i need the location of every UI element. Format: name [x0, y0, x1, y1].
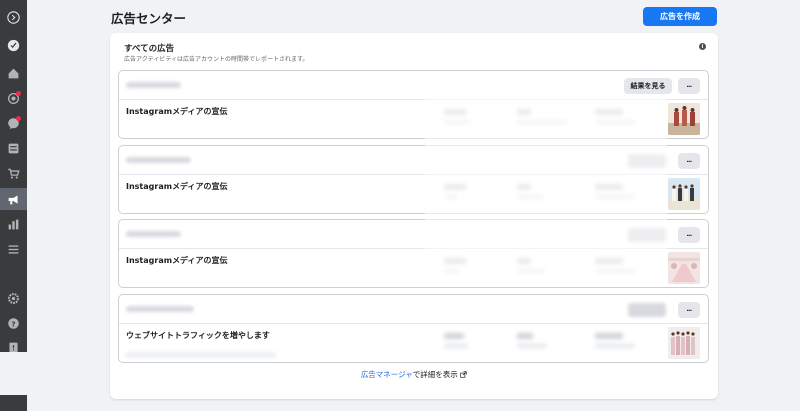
blurred-metric-label — [444, 120, 470, 124]
create-ad-button[interactable]: 広告を作成 — [643, 7, 717, 26]
sidebar-gap — [0, 352, 27, 395]
ad-card-header: ··· — [119, 220, 708, 249]
blurred-metric-label — [517, 344, 547, 348]
blurred-results-button — [628, 228, 666, 242]
blurred-metric-label — [517, 269, 545, 273]
ad-name: Instagramメディアの宣伝 — [126, 107, 228, 116]
ads-manager-link[interactable]: 広告マネージャ — [361, 370, 413, 379]
more-options-button[interactable]: ··· — [678, 302, 700, 318]
insights-chart-icon[interactable] — [0, 213, 27, 235]
more-options-button[interactable]: ··· — [678, 153, 700, 169]
blurred-status — [126, 306, 194, 312]
ads-megaphone-icon[interactable] — [0, 188, 27, 210]
help-icon[interactable]: ? — [0, 312, 27, 334]
blurred-metric-label — [444, 344, 468, 348]
shop-icon[interactable] — [0, 162, 27, 184]
blurred-metric — [595, 258, 623, 264]
page-title: 広告センター — [111, 11, 187, 26]
ad-card-header: ··· — [119, 295, 708, 324]
sidebar: ? — [0, 0, 27, 411]
blurred-metric-label — [444, 269, 460, 273]
ad-thumbnail — [668, 252, 700, 284]
blurred-metric-label — [517, 120, 567, 124]
info-icon[interactable]: i — [699, 43, 706, 50]
ad-card: 結果を見る ··· Instagramメディアの宣伝 — [118, 70, 709, 139]
blurred-metric — [517, 184, 531, 190]
ads-manager-footer: 広告マネージャで詳細を表示 — [110, 369, 718, 380]
ad-card-header: 結果を見る ··· — [119, 71, 708, 100]
blurred-results-button — [628, 154, 666, 168]
external-link-icon[interactable] — [460, 370, 467, 379]
blurred-metric-label — [595, 344, 635, 348]
ad-card: ··· ウェブサイトトラフィックを増やします — [118, 294, 709, 363]
blurred-metric-label — [517, 195, 543, 199]
blurred-metric — [517, 258, 531, 264]
ad-thumbnail — [668, 103, 700, 135]
blurred-metric-label — [444, 195, 458, 199]
ad-name: Instagramメディアの宣伝 — [126, 256, 228, 265]
more-options-button[interactable]: ··· — [678, 78, 700, 94]
collapse-arrow-icon[interactable] — [0, 6, 27, 28]
ad-card-header: ··· — [119, 146, 708, 175]
ad-card: ··· Instagramメディアの宣伝 — [118, 145, 709, 214]
blurred-metric — [595, 184, 623, 190]
blurred-metric — [517, 333, 533, 339]
blurred-metric — [444, 109, 466, 115]
blurred-metric — [444, 258, 466, 264]
svg-text:?: ? — [11, 319, 15, 328]
blurred-metric — [444, 184, 466, 190]
footer-rest-text: で詳細を表示 — [412, 370, 458, 379]
blurred-status — [126, 157, 191, 163]
instagram-icon[interactable] — [0, 87, 27, 109]
ad-name: ウェブサイトトラフィックを増やします — [126, 331, 270, 340]
home-icon[interactable] — [0, 62, 27, 84]
blurred-status — [126, 82, 181, 88]
blurred-status — [126, 231, 181, 237]
blurred-metric-label — [595, 120, 635, 124]
panel-title: すべての広告 — [124, 44, 175, 54]
blurred-metric — [595, 333, 623, 339]
notification-dot — [16, 116, 21, 121]
messenger-icon[interactable] — [0, 112, 27, 134]
blurred-results-button — [628, 303, 666, 317]
blurred-ad-subtitle — [126, 353, 276, 357]
blurred-metric-label — [595, 269, 635, 273]
blurred-metric — [444, 333, 464, 339]
ad-card: ··· Instagramメディアの宣伝 — [118, 219, 709, 288]
notification-dot — [16, 91, 21, 96]
ad-thumbnail — [668, 327, 700, 359]
ad-name: Instagramメディアの宣伝 — [126, 182, 228, 191]
pages-icon[interactable] — [0, 137, 27, 159]
logo-icon[interactable] — [0, 34, 27, 56]
panel-subtitle: 広告アクティビティは広告アカウントの時間帯でレポートされます。 — [124, 56, 309, 63]
view-results-button[interactable]: 結果を見る — [624, 78, 672, 94]
menu-icon[interactable] — [0, 238, 27, 260]
all-ads-panel: すべての広告 広告アクティビティは広告アカウントの時間帯でレポートされます。 i… — [110, 33, 718, 399]
blurred-metric-label — [595, 195, 635, 199]
blurred-metric — [517, 109, 531, 115]
more-options-button[interactable]: ··· — [678, 227, 700, 243]
ad-thumbnail — [668, 178, 700, 210]
blurred-metric — [595, 109, 623, 115]
settings-gear-icon[interactable] — [0, 287, 27, 309]
